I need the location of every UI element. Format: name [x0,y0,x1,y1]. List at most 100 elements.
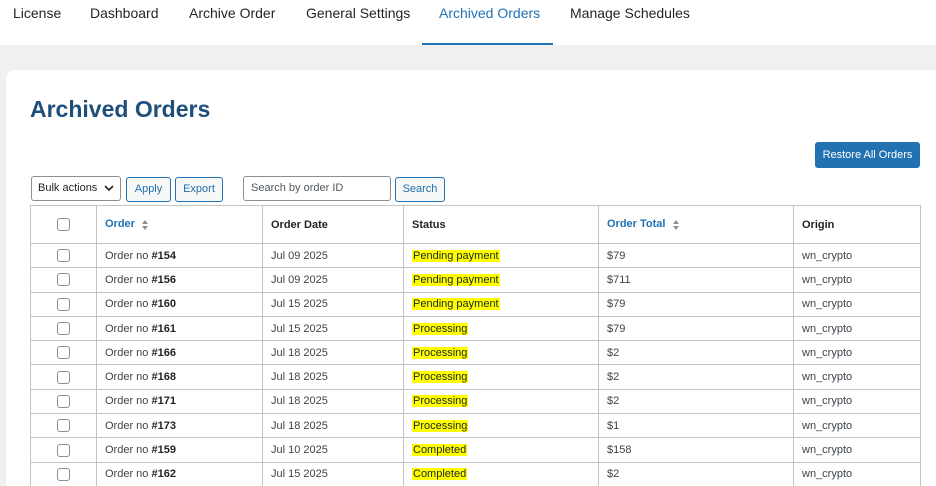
row-select-cell [30,413,97,439]
order-date-cell: Jul 18 2025 [262,388,404,415]
order-prefix: Order no [105,419,152,432]
table-row: Order no #161 Jul 15 2025 Processing $79… [30,315,921,342]
row-select-cell [30,291,97,317]
table-row: Order no #168 Jul 18 2025 Processing $2 … [30,364,921,390]
apply-button[interactable]: Apply [126,177,171,202]
row-select-cell [30,388,97,415]
order-cell: Order no #162 [96,461,263,486]
tab-dashboard[interactable]: Dashboard [90,0,159,45]
table-row: Order no #166 Jul 18 2025 Processing $2 … [30,340,921,366]
order-id-link[interactable]: #159 [151,444,175,456]
status-cell: Processing [403,315,599,342]
row-checkbox[interactable] [57,443,70,457]
row-checkbox[interactable] [57,249,70,263]
status-cell: Processing [403,340,599,366]
bulk-actions-select[interactable]: Bulk actions [31,176,121,201]
export-button[interactable]: Export [175,177,223,202]
order-cell: Order no #156 [96,267,263,293]
page-title: Archived Orders [30,96,211,122]
order-prefix: Order no [105,444,152,457]
order-date-cell: Jul 10 2025 [262,437,404,463]
tab-license[interactable]: License [13,0,61,45]
order-date-cell: Jul 15 2025 [262,461,404,486]
order-id-link[interactable]: #162 [151,468,175,480]
row-checkbox[interactable] [57,370,70,384]
tab-manage-schedules[interactable]: Manage Schedules [570,0,690,45]
order-total-cell: $2 [598,364,794,390]
status-badge: Processing [412,371,469,384]
row-checkbox[interactable] [57,322,70,336]
order-total-cell: $1 [598,413,794,439]
column-order-label: Order [105,218,135,231]
table-header-row: Order Order Date Status Order Total Orig… [30,205,921,244]
order-total-cell: $2 [598,340,794,366]
select-all-cell [30,205,97,244]
table-row: Order no #171 Jul 18 2025 Processing $2 … [30,388,921,415]
row-select-cell [30,315,97,342]
row-select-cell [30,340,97,366]
order-cell: Order no #160 [96,291,263,317]
order-id-link[interactable]: #154 [151,250,175,262]
row-select-cell [30,242,97,269]
status-cell: Processing [403,413,599,439]
origin-cell: wn_crypto [793,315,921,342]
order-date-cell: Jul 09 2025 [262,242,404,269]
row-checkbox[interactable] [57,394,70,408]
origin-cell: wn_crypto [793,437,921,463]
column-order-total[interactable]: Order Total [598,205,794,244]
order-prefix: Order no [105,249,152,262]
order-prefix: Order no [105,273,152,286]
row-checkbox[interactable] [57,273,70,287]
active-tab-indicator [422,43,553,45]
select-all-checkbox[interactable] [57,218,70,231]
chevron-down-icon [104,185,114,192]
order-id-link[interactable]: #161 [151,323,175,335]
search-input[interactable]: Search by order ID [243,176,391,201]
column-order[interactable]: Order [96,205,263,244]
tab-archive-order[interactable]: Archive Order [189,0,275,45]
status-cell: Processing [403,364,599,390]
order-id-link[interactable]: #156 [151,274,175,286]
tab-archived-orders[interactable]: Archived Orders [439,0,540,45]
top-nav: License Dashboard Archive Order General … [0,0,936,45]
order-id-link[interactable]: #171 [151,395,175,407]
order-cell: Order no #166 [96,340,263,366]
order-id-link[interactable]: #160 [151,298,175,310]
origin-cell: wn_crypto [793,461,921,486]
order-total-cell: $2 [598,388,794,415]
row-select-cell [30,461,97,486]
order-cell: Order no #161 [96,315,263,342]
order-id-link[interactable]: #168 [151,371,175,383]
status-badge: Processing [412,346,469,359]
sort-icon [672,219,679,230]
row-checkbox[interactable] [57,467,70,481]
order-id-link[interactable]: #173 [151,420,175,432]
status-badge: Pending payment [412,298,500,311]
origin-cell: wn_crypto [793,291,921,317]
order-cell: Order no #173 [96,413,263,439]
order-prefix: Order no [105,468,152,481]
origin-cell: wn_crypto [793,364,921,390]
order-prefix: Order no [105,395,152,408]
order-total-cell: $158 [598,437,794,463]
order-prefix: Order no [105,298,152,311]
row-checkbox[interactable] [57,297,70,311]
status-cell: Completed [403,437,599,463]
table-row: Order no #173 Jul 18 2025 Processing $1 … [30,413,921,439]
restore-all-orders-button[interactable]: Restore All Orders [815,142,920,168]
order-total-cell: $79 [598,291,794,317]
sort-icon [142,219,149,230]
status-badge: Processing [412,322,469,335]
column-order-date: Order Date [262,205,404,244]
status-badge: Completed [412,468,468,481]
order-id-link[interactable]: #166 [151,347,175,359]
column-order-total-label: Order Total [607,218,666,231]
search-button[interactable]: Search [395,177,445,202]
column-status: Status [403,205,599,244]
order-date-cell: Jul 09 2025 [262,267,404,293]
status-cell: Pending payment [403,242,599,269]
tab-general-settings[interactable]: General Settings [306,0,410,45]
status-badge: Processing [412,395,469,408]
row-checkbox[interactable] [57,346,70,360]
row-checkbox[interactable] [57,419,70,433]
